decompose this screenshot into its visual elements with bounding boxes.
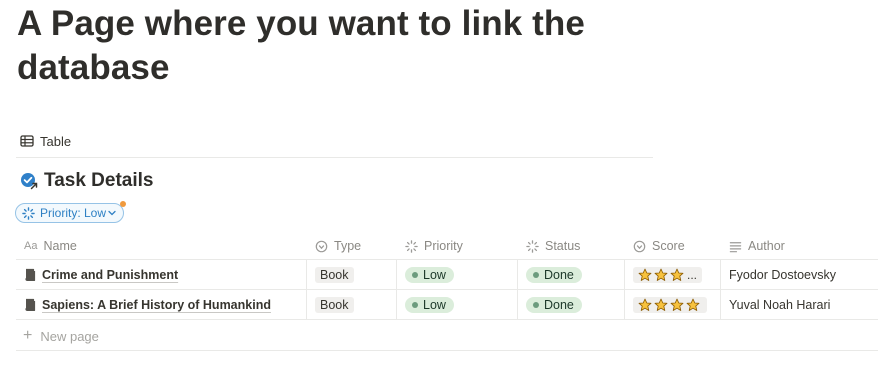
tab-table-label: Table [40,133,72,149]
priority-cell[interactable]: Low [397,260,518,289]
star-icon [654,268,668,281]
page-title[interactable]: A Page where you want to link the databa… [17,2,657,90]
column-header-score[interactable]: Score [625,233,721,259]
author-value: Yuval Noah Harari [729,297,831,312]
column-header-label: Score [652,239,685,253]
column-header-label: Author [748,239,785,253]
star-icon [670,298,684,311]
type-tag: Book [315,266,354,283]
status-cell[interactable]: Done [518,260,625,289]
table-row[interactable]: Crime and Punishment Book Low Done ... F… [16,260,878,290]
database-table: Aa Name Type Priority Status Score Autho… [16,233,878,320]
filter-label: Priority: Low [40,206,107,220]
column-header-name[interactable]: Aa Name [16,233,307,259]
chevron-down-icon [108,210,116,216]
priority-value: Low [423,297,446,312]
priority-pill: Low [405,266,454,283]
name-cell[interactable]: Crime and Punishment [16,260,307,289]
new-page-label: New page [40,328,99,344]
column-header-type[interactable]: Type [307,233,397,259]
name-cell[interactable]: Sapiens: A Brief History of Humankind [16,290,307,319]
column-header-author[interactable]: Author [721,233,878,259]
column-header-status[interactable]: Status [518,233,625,259]
page-link[interactable]: Sapiens: A Brief History of Humankind [42,298,271,312]
score-stars: ... [633,266,703,283]
text-lines-icon [729,241,742,252]
database-title[interactable]: Task Details [20,168,153,194]
column-header-label: Priority [424,239,463,253]
star-icon [670,268,684,281]
page-link[interactable]: Crime and Punishment [42,268,178,282]
column-header-label: Name [43,239,77,253]
type-cell[interactable]: Book [307,290,397,319]
type-tag: Book [315,296,354,313]
select-icon [315,240,328,252]
status-dot [533,271,539,278]
view-divider [16,157,653,158]
plus-icon: + [23,327,33,344]
priority-cell[interactable]: Low [397,290,518,319]
database-title-text: Task Details [44,170,154,191]
table-bottom-divider [16,350,878,351]
author-value: Fyodor Dostoevsky [729,267,836,282]
priority-pill: Low [405,296,454,313]
status-pill: Done [526,266,582,283]
status-pill: Done [526,296,582,313]
status-dot [412,271,418,278]
book-page-icon [24,268,36,281]
priority-value: Low [423,267,446,282]
tab-table-view[interactable]: Table [20,130,71,152]
priority-filter-chip[interactable]: Priority: Low [15,201,127,223]
column-header-priority[interactable]: Priority [397,233,518,259]
loader-icon [405,239,418,253]
score-cell[interactable] [625,290,721,319]
text-aa-icon: Aa [24,240,38,252]
star-icon [654,298,668,311]
select-icon [633,240,646,252]
score-cell[interactable]: ... [625,260,721,289]
author-cell[interactable]: Yuval Noah Harari [721,290,878,319]
table-icon [20,135,34,147]
database-link-icon [20,172,38,190]
type-cell[interactable]: Book [307,260,397,289]
status-dot [412,301,418,308]
star-icon [638,268,652,281]
book-page-icon [24,298,36,311]
filter-active-dot [120,201,127,207]
star-icon [638,298,652,311]
column-header-label: Type [334,239,362,253]
table-header-row: Aa Name Type Priority Status Score Autho… [16,233,878,260]
new-page-button[interactable]: + New page [23,326,99,346]
author-cell[interactable]: Fyodor Dostoevsky [721,260,878,289]
truncation-ellipsis: ... [687,267,698,282]
status-value: Done [544,267,574,282]
score-stars [633,296,707,313]
table-row[interactable]: Sapiens: A Brief History of Humankind Bo… [16,290,878,320]
column-header-label: Status [545,239,581,253]
status-cell[interactable]: Done [518,290,625,319]
star-icon [686,298,700,311]
status-value: Done [544,297,574,312]
priority-loader-icon [22,206,35,220]
loader-icon [526,239,539,253]
status-dot [533,301,539,308]
